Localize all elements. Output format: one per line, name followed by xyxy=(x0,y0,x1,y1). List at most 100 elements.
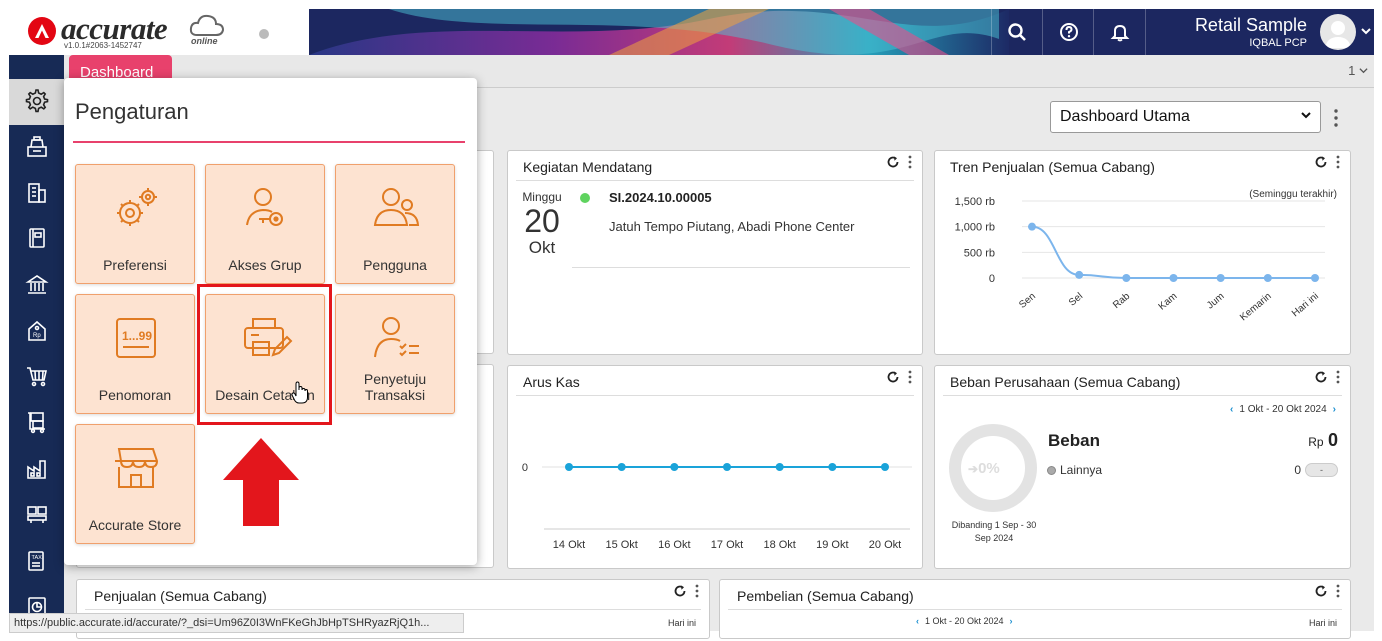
status-dot-icon xyxy=(580,193,590,203)
store-icon xyxy=(115,448,159,488)
svg-text:TAX: TAX xyxy=(32,555,43,561)
data-point xyxy=(828,463,837,471)
data-point xyxy=(565,463,573,471)
price-tag-icon[interactable]: Rp xyxy=(22,316,52,346)
refresh-icon[interactable] xyxy=(886,370,900,384)
arrow-circle-icon: ➔ xyxy=(968,462,979,476)
x-tick-label: Sel xyxy=(1067,291,1085,309)
pallet-boxes-icon[interactable] xyxy=(22,499,52,529)
data-point xyxy=(1075,270,1084,279)
refresh-icon[interactable] xyxy=(1314,370,1328,384)
tile-akses-grup[interactable]: Akses Grup xyxy=(205,164,325,284)
period-label: Hari ini xyxy=(1308,618,1337,628)
kebab-icon[interactable] xyxy=(1336,370,1340,384)
version-label: v1.0.1#2063-1452747 xyxy=(64,41,142,50)
tab-count-dropdown[interactable]: 1 xyxy=(1348,63,1368,78)
kebab-icon[interactable] xyxy=(1336,155,1340,169)
x-tick-label: 14 Okt xyxy=(553,539,585,551)
prev-chevron-icon[interactable]: ‹ xyxy=(916,616,919,626)
cash-register-icon[interactable] xyxy=(22,132,52,162)
dashboard-kebab-icon[interactable] xyxy=(1330,108,1342,128)
kebab-icon[interactable] xyxy=(1336,584,1340,598)
tile-pengguna[interactable]: Pengguna xyxy=(335,164,455,284)
tile-penyetuju-transaksi[interactable]: Penyetuju Transaksi xyxy=(335,294,455,414)
change-badge: - xyxy=(1305,463,1338,477)
data-point xyxy=(670,463,679,471)
refresh-icon[interactable] xyxy=(886,155,900,169)
y-tick-label: 1,500 rb xyxy=(955,196,995,208)
cash-flow-chart: 0 14 Okt 15 Okt 16 Okt 17 Okt 18 Okt 19 Okt 20 … xyxy=(522,462,912,551)
event-date: 20 xyxy=(524,203,560,239)
tile-label: Penyetuju Transaksi xyxy=(363,371,427,403)
card-title: Kegiatan Mendatang xyxy=(523,159,653,175)
popup-title: Pengaturan xyxy=(75,99,189,124)
x-tick-label: 17 Okt xyxy=(711,539,743,551)
y-tick-label: 0 xyxy=(989,273,995,285)
x-tick-label: Kemarin xyxy=(1238,291,1274,323)
y-tick-label: 0 xyxy=(522,462,528,474)
kebab-icon[interactable] xyxy=(908,155,912,169)
prev-chevron-icon[interactable]: ‹ xyxy=(1230,404,1233,415)
next-chevron-icon[interactable]: › xyxy=(1010,616,1013,626)
event-day: Minggu xyxy=(522,190,562,204)
tile-label: Penomoran xyxy=(98,387,172,403)
divider xyxy=(572,267,910,268)
bank-icon[interactable] xyxy=(22,270,52,300)
beban-total: Rp 0 xyxy=(1308,430,1338,451)
refresh-icon[interactable] xyxy=(673,584,687,598)
next-chevron-icon[interactable]: › xyxy=(1333,404,1336,415)
company-name[interactable]: Retail Sample xyxy=(1159,15,1307,36)
sales-trend-chart: 0 500 rb 1,000 rb 1,500 rb Sen Sel Rab Kam Jum Ke… xyxy=(955,196,1325,323)
refresh-icon[interactable] xyxy=(1314,584,1328,598)
inventory-trolley-icon[interactable] xyxy=(22,407,52,437)
data-point xyxy=(1169,274,1178,282)
ledger-book-icon[interactable] xyxy=(22,223,52,253)
card-kegiatan-mendatang: Kegiatan Mendatang Minggu 20 Okt SI.2024… xyxy=(507,150,923,355)
date-range: 1 Okt - 20 Okt 2024 xyxy=(925,616,1004,626)
card-tools xyxy=(886,155,912,169)
shopping-cart-icon[interactable] xyxy=(22,361,52,391)
card-tools xyxy=(886,370,912,384)
gear-icon[interactable] xyxy=(22,86,52,116)
help-icon[interactable] xyxy=(1054,17,1084,47)
tile-label: Pengguna xyxy=(363,257,427,273)
tile-preferensi[interactable]: Preferensi xyxy=(75,164,195,284)
kebab-icon[interactable] xyxy=(695,584,699,598)
x-tick-label: 18 Okt xyxy=(763,539,795,551)
refresh-icon[interactable] xyxy=(1314,155,1328,169)
avatar[interactable] xyxy=(1320,14,1356,50)
data-point xyxy=(1216,274,1225,282)
highlight-box xyxy=(197,284,332,425)
x-tick-label: Hari ini xyxy=(1290,291,1321,319)
data-point xyxy=(775,463,784,471)
card-title: Beban Perusahaan (Semua Cabang) xyxy=(950,374,1181,390)
date-range-nav: ‹ 1 Okt - 20 Okt 2024 › xyxy=(1230,404,1336,415)
factory-icon[interactable] xyxy=(22,454,52,484)
tile-accurate-store[interactable]: Accurate Store xyxy=(75,424,195,544)
tile-label: Akses Grup xyxy=(228,257,302,273)
card-beban-perusahaan: Beban Perusahaan (Semua Cabang) ‹ 1 Okt … xyxy=(934,365,1351,569)
tile-penomoran[interactable]: 1...99 Penomoran xyxy=(75,294,195,414)
x-tick-label: 19 Okt xyxy=(816,539,848,551)
kebab-icon[interactable] xyxy=(908,370,912,384)
svg-text:1...99: 1...99 xyxy=(122,329,152,343)
sidebar: Rp TAX xyxy=(9,55,64,631)
card-tools xyxy=(1314,370,1340,384)
y-tick-label: 1,000 rb xyxy=(955,222,995,234)
svg-text:Rp: Rp xyxy=(33,333,41,339)
dashboard-select[interactable]: Dashboard Utama xyxy=(1050,101,1321,133)
x-tick-label: 15 Okt xyxy=(605,539,637,551)
card-tools xyxy=(1314,155,1340,169)
data-point xyxy=(1122,274,1131,282)
chevron-down-icon[interactable] xyxy=(1360,25,1372,40)
tax-document-icon[interactable]: TAX xyxy=(22,546,52,576)
card-tren-penjualan: Tren Penjualan (Semua Cabang) (Seminggu … xyxy=(934,150,1351,355)
x-tick-label: 20 Okt xyxy=(869,539,901,551)
event-description: Jatuh Tempo Piutang, Abadi Phone Center xyxy=(609,219,855,234)
search-icon[interactable] xyxy=(1002,17,1032,47)
bell-icon[interactable] xyxy=(1105,17,1135,47)
divider xyxy=(943,395,1342,396)
legend-label: Lainnya xyxy=(1060,463,1103,477)
building-icon[interactable] xyxy=(22,178,52,208)
event-reference[interactable]: SI.2024.10.00005 xyxy=(609,190,712,205)
